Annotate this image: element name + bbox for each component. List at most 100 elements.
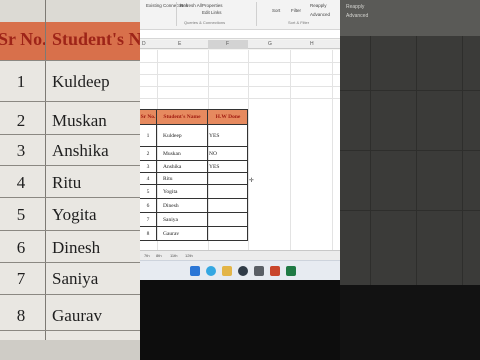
gridline <box>140 86 340 87</box>
hw-cell[interactable] <box>208 213 248 227</box>
zoom-name-cell: Ritu <box>52 173 82 192</box>
sheet-tab[interactable]: 12th <box>185 253 193 258</box>
hw-cell[interactable] <box>208 199 248 213</box>
table-row: 3 Anshika YES <box>140 161 248 173</box>
name-cell[interactable]: Saniya <box>157 213 208 227</box>
edit-links-button[interactable]: Edit Links <box>202 10 222 15</box>
zoom-gridline <box>0 294 140 295</box>
column-header[interactable]: F <box>226 41 229 47</box>
sort-button[interactable]: Sort <box>272 8 280 13</box>
zoom-sr-cell: 4 <box>16 173 26 192</box>
hw-cell[interactable] <box>208 227 248 241</box>
table-row: 6 Dinesh <box>140 199 248 213</box>
file-explorer-icon[interactable] <box>222 266 232 276</box>
windows-taskbar <box>140 260 340 280</box>
zoom-gridline <box>0 134 140 135</box>
zoom-sr-cell: 2 <box>16 111 26 130</box>
ribbon-separator <box>256 2 257 26</box>
zoom-name-cell: Muskan <box>52 111 107 130</box>
name-cell[interactable]: Kuldeep <box>157 125 208 147</box>
column-header[interactable]: H <box>310 41 314 47</box>
sr-cell[interactable]: 1 <box>140 125 157 147</box>
zoomed-sheet-panel: Sr No. Student's Na 1 Kuldeep 2 Muskan 3… <box>0 0 140 360</box>
chrome-browser-icon[interactable] <box>238 266 248 276</box>
zoom-name-cell: Saniya <box>52 269 99 288</box>
sheet-tab[interactable]: 7th <box>144 253 150 258</box>
zoom-sr-cell: 5 <box>16 205 26 224</box>
column-header[interactable]: G <box>268 41 272 47</box>
zoom-gridline <box>0 262 140 263</box>
sheet-tab[interactable]: 11th <box>170 253 178 258</box>
zoom-top-strip <box>0 0 140 22</box>
sr-cell[interactable]: 8 <box>140 227 157 241</box>
header-student-name[interactable]: Student's Name <box>157 109 208 125</box>
column-headers: D E F G H <box>140 40 340 49</box>
filter-button[interactable]: Filter <box>291 8 301 13</box>
name-cell[interactable]: Anshika <box>157 161 208 173</box>
data-ribbon: Existing Connections Refresh All Propert… <box>140 0 340 30</box>
sort-filter-group-label: Sort & Filter <box>288 20 310 25</box>
zoom-name-cell: Gaurav <box>52 306 103 325</box>
properties-button[interactable]: Properties <box>202 3 223 8</box>
sr-cell[interactable]: 4 <box>140 173 157 185</box>
sheet-tab-bar: 7th 8th 11th 12th <box>140 250 340 260</box>
zoom-name-cell: Dinesh <box>52 238 101 257</box>
zoom-bottom-strip <box>0 340 140 360</box>
formula-bar[interactable] <box>140 30 340 39</box>
store-icon[interactable] <box>254 266 264 276</box>
zoom-gridline <box>0 165 140 166</box>
edge-browser-icon[interactable] <box>206 266 216 276</box>
sr-cell[interactable]: 3 <box>140 161 157 173</box>
advanced-button[interactable]: Advanced <box>310 12 330 17</box>
zoom-sr-cell: 6 <box>16 238 26 257</box>
column-header[interactable]: E <box>178 41 181 47</box>
table-row: 2 Muskan NO <box>140 147 248 161</box>
dark-area <box>140 280 340 360</box>
name-cell[interactable]: Muskan <box>157 147 208 161</box>
name-cell[interactable]: Ritu <box>157 173 208 185</box>
sr-cell[interactable]: 5 <box>140 185 157 199</box>
zoom-gridline <box>0 330 140 331</box>
gridline <box>140 74 340 75</box>
right-advanced-label: Advanced <box>346 13 369 19</box>
table-header-row: Sr No. Student's Name H.W Done <box>140 109 248 125</box>
excel-window: Existing Connections Refresh All Propert… <box>140 0 340 360</box>
gridline <box>140 62 340 63</box>
zoom-gridline <box>0 230 140 231</box>
hw-cell[interactable]: NO <box>208 147 248 161</box>
mouse-cursor-icon: ✛ <box>249 177 255 184</box>
name-cell[interactable]: Gaurav <box>157 227 208 241</box>
zoom-sr-cell: 3 <box>16 141 26 160</box>
header-hw-done[interactable]: H.W Done <box>208 109 248 125</box>
start-menu-icon[interactable] <box>190 266 200 276</box>
zoom-gridline <box>0 101 140 102</box>
refresh-all-button[interactable]: Refresh All <box>180 3 202 8</box>
hw-cell[interactable]: YES <box>208 125 248 147</box>
name-cell[interactable]: Dinesh <box>157 199 208 213</box>
gridline <box>140 98 340 99</box>
right-gridline <box>340 150 480 151</box>
hw-cell[interactable] <box>208 173 248 185</box>
zoom-sr-cell: 1 <box>16 72 26 91</box>
name-cell[interactable]: Yogita <box>157 185 208 199</box>
zoom-header-sr: Sr No. <box>0 29 47 49</box>
sheet-tab[interactable]: 8th <box>156 253 162 258</box>
hw-cell[interactable] <box>208 185 248 199</box>
column-header[interactable]: D <box>142 41 146 47</box>
zoom-header-name: Student's Na <box>52 29 140 49</box>
zoom-gridline <box>0 197 140 198</box>
sr-cell[interactable]: 2 <box>140 147 157 161</box>
zoom-name-cell: Anshika <box>52 141 109 160</box>
hw-cell[interactable]: YES <box>208 161 248 173</box>
right-gridline <box>416 36 417 286</box>
right-dim-panel: Reapply Advanced <box>340 0 480 360</box>
office-icon[interactable] <box>270 266 280 276</box>
excel-taskbar-icon[interactable] <box>286 266 296 276</box>
table-row: 8 Gaurav <box>140 227 248 241</box>
right-gridline <box>370 36 371 286</box>
reapply-button[interactable]: Reapply <box>310 3 327 8</box>
header-sr-no[interactable]: Sr No. <box>140 109 157 125</box>
sr-cell[interactable]: 7 <box>140 213 157 227</box>
table-row: 4 Ritu <box>140 173 248 185</box>
sr-cell[interactable]: 6 <box>140 199 157 213</box>
